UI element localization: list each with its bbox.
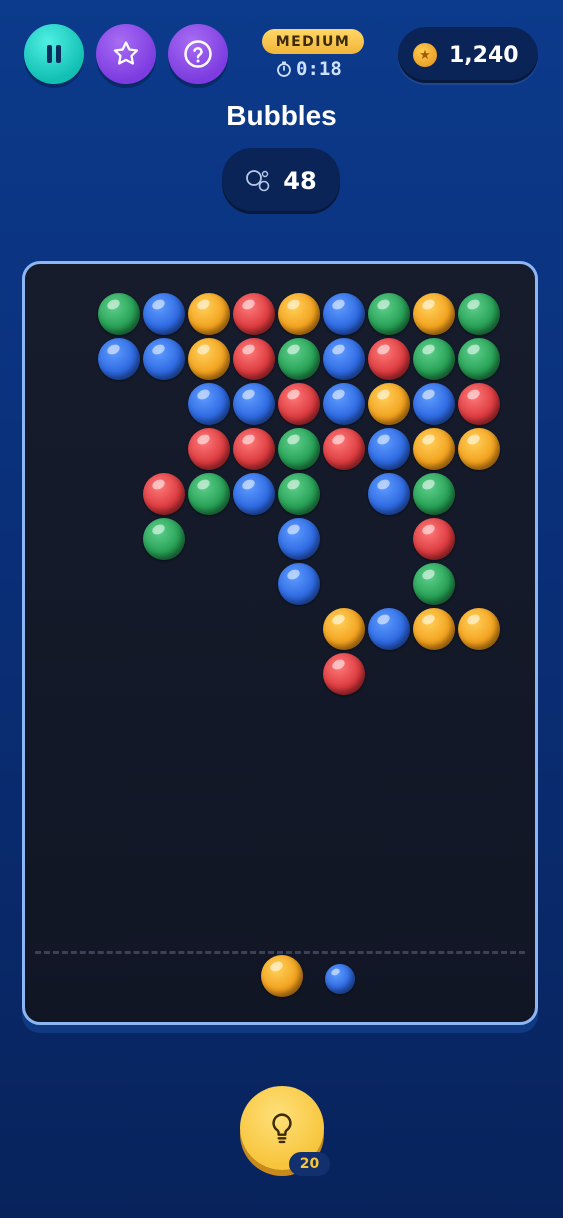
bubble-red bbox=[233, 428, 275, 470]
bubble-orange bbox=[188, 338, 230, 380]
hint-count-badge: 20 bbox=[289, 1152, 330, 1176]
fail-line bbox=[35, 951, 525, 954]
bubble-green bbox=[98, 293, 140, 335]
bubble-red bbox=[143, 473, 185, 515]
bubble-green bbox=[413, 473, 455, 515]
bubble-orange bbox=[413, 428, 455, 470]
bubble-red bbox=[233, 293, 275, 335]
bubble-blue bbox=[368, 428, 410, 470]
bubble-green bbox=[278, 428, 320, 470]
bubble-green bbox=[458, 293, 500, 335]
bubble-green bbox=[143, 518, 185, 560]
bubble-red bbox=[233, 338, 275, 380]
bubble-green bbox=[368, 293, 410, 335]
help-button[interactable] bbox=[168, 24, 228, 84]
question-icon bbox=[184, 40, 212, 68]
bubble-orange bbox=[188, 293, 230, 335]
bubble-green bbox=[413, 563, 455, 605]
bubble-orange bbox=[368, 383, 410, 425]
bubble-blue bbox=[188, 383, 230, 425]
bubbles-remaining: 48 bbox=[222, 148, 340, 214]
bubble-blue bbox=[233, 473, 275, 515]
bubble-blue bbox=[413, 383, 455, 425]
bubble-red bbox=[413, 518, 455, 560]
bubble-blue bbox=[98, 338, 140, 380]
bubble-orange bbox=[413, 608, 455, 650]
bubble-orange bbox=[458, 428, 500, 470]
pause-icon bbox=[47, 45, 61, 63]
favorites-button[interactable] bbox=[96, 24, 156, 84]
pause-button[interactable] bbox=[24, 24, 84, 84]
bubble-green bbox=[278, 473, 320, 515]
difficulty-badge: MEDIUM bbox=[262, 29, 364, 54]
page-title: Bubbles bbox=[226, 100, 337, 131]
bubble-blue bbox=[143, 338, 185, 380]
bubble-blue bbox=[278, 518, 320, 560]
bubble-red bbox=[278, 383, 320, 425]
coin-balance[interactable]: ★ 1,240 bbox=[398, 27, 538, 83]
bubble-blue bbox=[323, 383, 365, 425]
game-board[interactable] bbox=[22, 261, 538, 1025]
shooter-ball[interactable] bbox=[261, 955, 303, 997]
bubble-red bbox=[458, 383, 500, 425]
bubble-red bbox=[323, 428, 365, 470]
bubble-green bbox=[278, 338, 320, 380]
bubble-blue bbox=[368, 473, 410, 515]
bubble-blue bbox=[233, 383, 275, 425]
stopwatch-icon bbox=[277, 61, 291, 77]
bubble-red bbox=[323, 653, 365, 695]
bubble-blue bbox=[323, 338, 365, 380]
bubbles-icon bbox=[246, 170, 270, 192]
coin-value: 1,240 bbox=[449, 42, 519, 68]
bubble-blue bbox=[278, 563, 320, 605]
bubble-green bbox=[413, 338, 455, 380]
star-icon bbox=[113, 41, 139, 65]
bubble-blue bbox=[143, 293, 185, 335]
bubbles-count: 48 bbox=[283, 167, 317, 195]
bubble-orange bbox=[278, 293, 320, 335]
timer-value: 0:18 bbox=[296, 58, 342, 80]
bubble-red bbox=[188, 428, 230, 470]
bubble-red bbox=[368, 338, 410, 380]
bubble-orange bbox=[413, 293, 455, 335]
timer: 0:18 bbox=[276, 58, 342, 80]
bubble-green bbox=[188, 473, 230, 515]
bubble-blue bbox=[323, 293, 365, 335]
bubble-green bbox=[458, 338, 500, 380]
bubble-orange bbox=[458, 608, 500, 650]
bubble-blue bbox=[368, 608, 410, 650]
lightbulb-icon bbox=[272, 1113, 292, 1144]
next-ball[interactable] bbox=[325, 964, 355, 994]
bubble-orange bbox=[323, 608, 365, 650]
coin-star-icon: ★ bbox=[413, 43, 437, 67]
